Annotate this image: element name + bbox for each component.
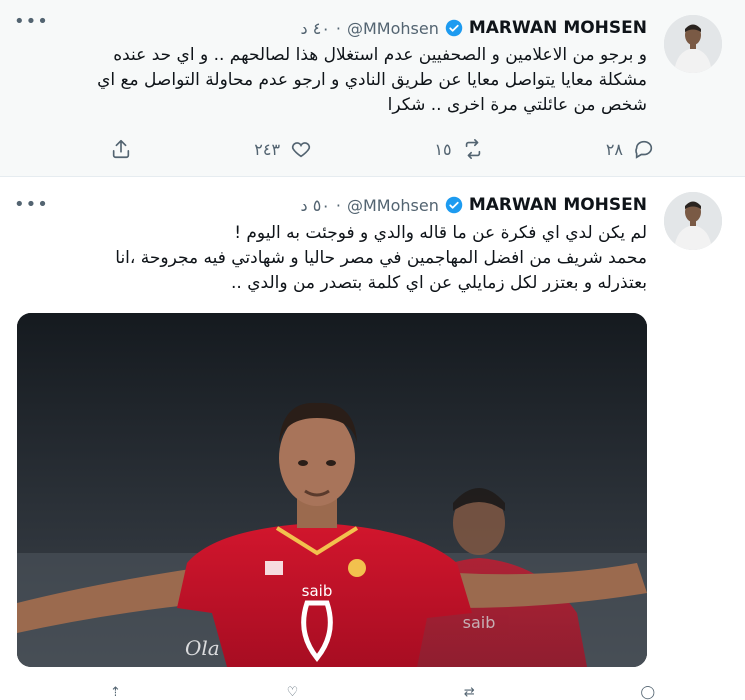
jersey-sponsor-text: saib xyxy=(302,582,333,600)
avatar[interactable] xyxy=(664,15,722,73)
tweet-actions: ٢٤٣ ١٥ ٢٨ xyxy=(110,136,655,162)
retweet-icon[interactable]: ⇄ xyxy=(464,685,475,700)
heart-icon xyxy=(291,142,311,158)
tweet-text: و برجو من الاعلامين و الصحفيين عدم استغل… xyxy=(47,43,647,118)
reply-icon[interactable]: ◯ xyxy=(640,685,655,700)
verified-badge-icon xyxy=(445,196,463,214)
tweet-line: و برجو من الاعلامين و الصحفيين عدم استغل… xyxy=(113,45,647,65)
tweet-time[interactable]: ٥٠ د xyxy=(301,196,330,215)
svg-text:saib: saib xyxy=(463,613,496,632)
tweet-header: MARWAN MOHSEN @MMohsen · ٤٠ د xyxy=(301,16,648,40)
tweet-line: محمد شريف من افضل المهاجمين في مصر حاليا… xyxy=(115,248,647,268)
like-button[interactable]: ٢٤٣ xyxy=(254,136,312,162)
share-icon[interactable]: ⇡ xyxy=(110,685,121,700)
author-name[interactable]: MARWAN MOHSEN xyxy=(469,18,647,38)
tweet-line: شخص من عائلتي مرة اخرى .. شكرا xyxy=(387,95,647,115)
author-handle[interactable]: @MMohsen xyxy=(347,19,439,38)
verified-badge-icon xyxy=(445,19,463,37)
tweet-time[interactable]: ٤٠ د xyxy=(301,19,330,38)
share-icon xyxy=(112,139,130,159)
more-options-icon[interactable]: ••• xyxy=(14,196,48,219)
retweet-button[interactable]: ١٥ xyxy=(434,136,483,162)
reply-icon xyxy=(635,140,653,159)
reply-count: ٢٨ xyxy=(605,139,623,159)
separator-dot: · xyxy=(335,195,341,215)
retweet-count: ١٥ xyxy=(434,139,452,159)
more-options-icon[interactable]: ••• xyxy=(14,13,48,36)
tweet-text: لم يكن لدي اي فكرة عن ما قاله والدي و فو… xyxy=(47,221,647,296)
tweet-media-photo[interactable]: saib saib Ola xyxy=(17,313,647,667)
separator-dot: · xyxy=(335,18,341,38)
tweet-line: بعتذرله و بعتزر لكل زمايلي عن اي كلمة بت… xyxy=(231,273,647,293)
avatar[interactable] xyxy=(664,192,722,250)
tweet-1[interactable]: MARWAN MOHSEN @MMohsen · ٤٠ د ••• و برجو… xyxy=(0,0,745,177)
retweet-icon xyxy=(465,139,480,159)
like-count: ٢٤٣ xyxy=(254,139,281,159)
tweet-header: MARWAN MOHSEN @MMohsen · ٥٠ د xyxy=(301,193,648,217)
tweet-2[interactable]: MARWAN MOHSEN @MMohsen · ٥٠ د ••• لم يكن… xyxy=(0,177,745,700)
tweet-line: مشكلة معايا يتواصل معايا عن طريق النادي … xyxy=(97,70,647,90)
reply-button[interactable]: ٢٨ xyxy=(606,136,655,162)
author-handle[interactable]: @MMohsen xyxy=(347,196,439,215)
author-name[interactable]: MARWAN MOHSEN xyxy=(469,195,647,215)
heart-icon[interactable]: ♡ xyxy=(287,685,299,700)
tweet-actions-cropped: ⇡ ♡ ⇄ ◯ xyxy=(110,685,655,700)
tweet-line: لم يكن لدي اي فكرة عن ما قاله والدي و فو… xyxy=(234,223,647,243)
photo-watermark: Ola xyxy=(185,636,220,660)
share-button[interactable] xyxy=(110,136,132,162)
